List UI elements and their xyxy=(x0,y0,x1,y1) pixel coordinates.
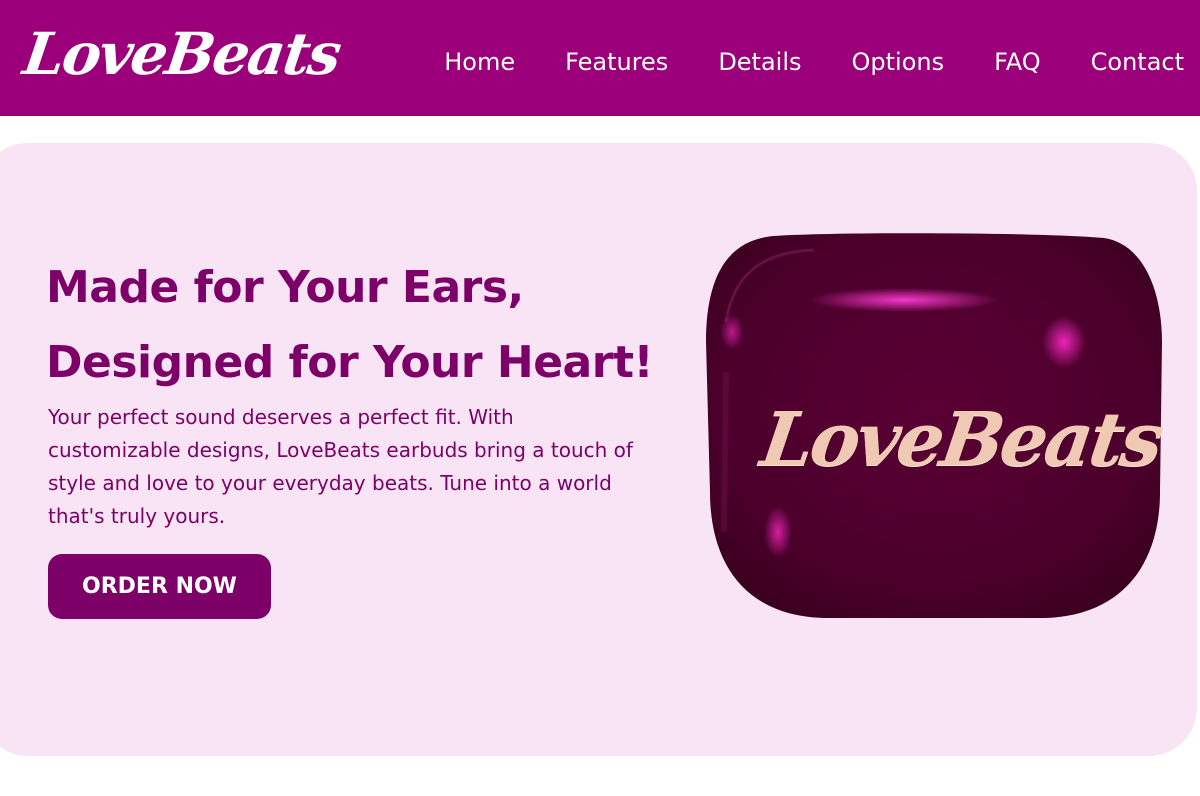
case-logo-text: LoveBeats xyxy=(755,397,1166,483)
order-now-button[interactable]: ORDER NOW xyxy=(48,554,271,619)
main-navigation: Home Features Details Options FAQ Contac… xyxy=(444,44,1184,80)
nav-link-home[interactable]: Home xyxy=(444,44,515,80)
hero-description: Your perfect sound deserves a perfect fi… xyxy=(48,405,633,528)
nav-link-details[interactable]: Details xyxy=(718,44,801,80)
hero-headline-line-2: Designed for Your Heart! xyxy=(46,337,654,388)
nav-link-faq[interactable]: FAQ xyxy=(994,44,1041,80)
lovebeats-logo[interactable]: LoveBeats xyxy=(18,14,344,94)
top-navigation-bar: LoveBeats Home Features Details Options … xyxy=(0,0,1200,116)
nav-link-options[interactable]: Options xyxy=(852,44,945,80)
hero-headline: Made for Your Ears, Designed for Your He… xyxy=(46,250,706,400)
hero-headline-line-1: Made for Your Ears, xyxy=(46,262,524,313)
nav-link-features[interactable]: Features xyxy=(565,44,668,80)
nav-link-contact[interactable]: Contact xyxy=(1091,44,1184,80)
